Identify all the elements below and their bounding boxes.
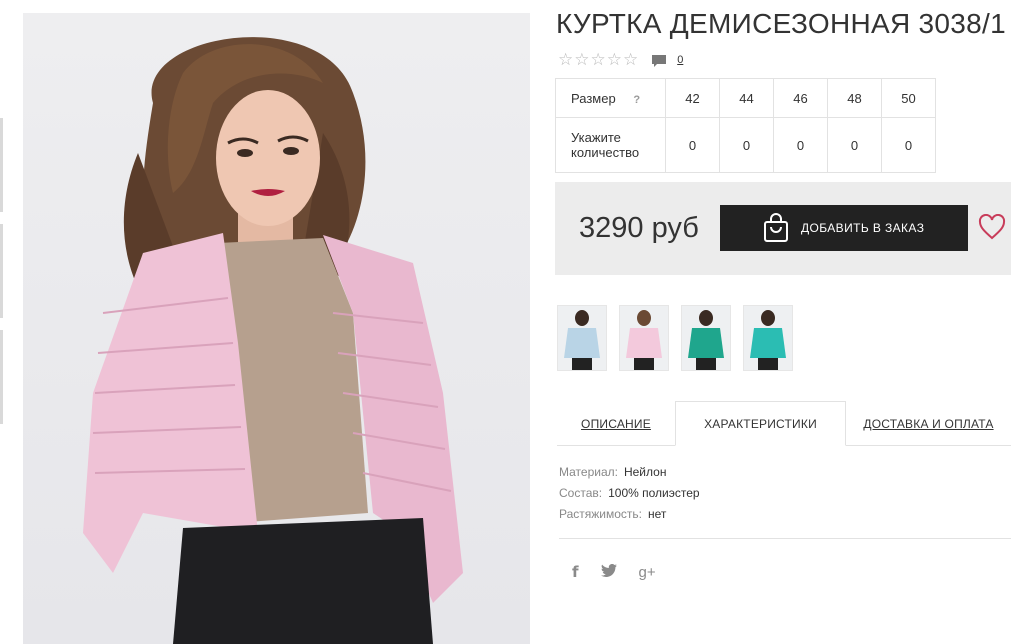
spec-value: 100% полиэстер [608,486,700,500]
quantity-input-48[interactable]: 0 [827,117,882,173]
tab-delivery-payment[interactable]: ДОСТАВКА И ОПЛАТА [846,401,1011,446]
quantity-input-42[interactable]: 0 [665,117,720,173]
pink-jacket-thumb[interactable] [619,305,669,371]
product-price: 3290 руб [579,212,699,244]
spec-key: Состав: [559,486,603,500]
color-variants [557,305,805,371]
quantity-input-44[interactable]: 0 [719,117,774,173]
add-to-order-label: ДОБАВИТЬ В ЗАКАЗ [801,221,925,235]
quantity-row: Укажите количество 0 0 0 0 0 [555,117,936,173]
spec-row: Состав: 100% полиэстер [559,483,700,504]
tab-description[interactable]: ОПИСАНИЕ [557,401,675,446]
social-share: f g+ [572,563,678,581]
size-help-icon[interactable]: ? [633,94,640,106]
product-tabs: ОПИСАНИЕ ХАРАКТЕРИСТИКИ ДОСТАВКА И ОПЛАТ… [557,401,1011,446]
rating-stars[interactable]: ☆☆☆☆☆ [558,50,639,70]
twitter-icon[interactable] [600,563,617,581]
size-label: Размер [571,90,616,106]
quantity-label: Укажите количество [555,117,666,173]
specs-divider [559,538,1011,539]
size-label-cell: Размер ? [555,78,666,118]
gallery-edge-thumb[interactable] [0,330,3,424]
size-row: Размер ? 42 44 46 48 50 [555,78,936,118]
spec-value: Нейлон [623,465,667,479]
size-cell: 44 [719,78,774,118]
spec-key: Материал: [559,465,618,479]
light-blue-jacket-thumb[interactable] [557,305,607,371]
comments-count-link[interactable]: 0 [677,54,683,66]
rating-row: ☆☆☆☆☆ 0 [558,50,683,70]
gallery-edge-strip [0,118,3,436]
facebook-icon[interactable]: f [572,563,579,581]
quantity-input-50[interactable]: 0 [881,117,936,173]
price-box: 3290 руб ДОБАВИТЬ В ЗАКАЗ [555,182,1011,275]
product-title: КУРТКА ДЕМИСЕЗОННАЯ 3038/1 [556,8,1007,39]
size-quantity-table: Размер ? 42 44 46 48 50 Укажите количест… [555,78,936,173]
spec-row: Растяжимость: нет [559,504,700,525]
green-jacket-thumb[interactable] [681,305,731,371]
specs-list: Материал: Нейлон Состав: 100% полиэстер Ра… [559,462,700,525]
quantity-input-46[interactable]: 0 [773,117,828,173]
gallery-edge-thumb[interactable] [0,118,3,212]
heart-icon[interactable] [978,213,1006,240]
turquoise-jacket-thumb[interactable] [743,305,793,371]
add-to-order-button[interactable]: ДОБАВИТЬ В ЗАКАЗ [720,205,968,251]
spec-row: Материал: Нейлон [559,462,700,483]
tab-characteristics[interactable]: ХАРАКТЕРИСТИКИ [675,401,846,446]
size-cell: 46 [773,78,828,118]
comment-icon[interactable] [651,54,667,67]
spec-value: нет [648,507,667,521]
size-cell: 50 [881,78,936,118]
size-cell: 42 [665,78,720,118]
google-plus-icon[interactable]: g+ [639,564,656,581]
spec-key: Растяжимость: [559,507,643,521]
product-main-photo[interactable] [23,13,530,644]
gallery-edge-thumb[interactable] [0,224,3,318]
size-cell: 48 [827,78,882,118]
shopping-bag-icon [762,213,790,243]
product-photo-illustration [83,37,463,644]
